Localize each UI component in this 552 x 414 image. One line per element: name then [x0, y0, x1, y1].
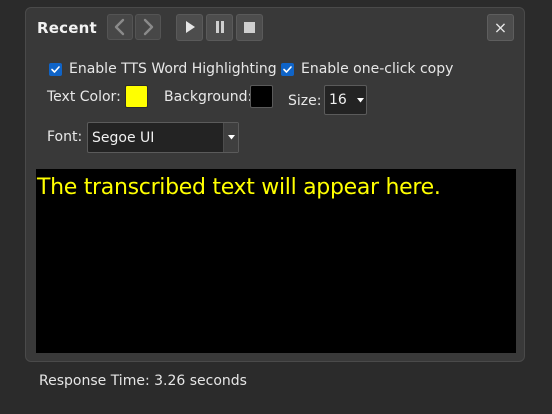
chevron-left-icon [113, 18, 127, 36]
text-color-swatch[interactable] [125, 85, 148, 108]
close-icon: × [493, 17, 508, 37]
text-color-label: Text Color: [47, 89, 121, 105]
next-button[interactable] [135, 14, 161, 40]
chevron-down-icon [354, 86, 366, 114]
background-label: Background: [164, 89, 253, 105]
previous-button[interactable] [107, 14, 133, 40]
response-time-status: Response Time: 3.26 seconds [39, 373, 247, 389]
tts-highlight-toggle[interactable]: Enable TTS Word Highlighting [49, 61, 277, 77]
stop-icon [244, 18, 255, 37]
play-icon [185, 18, 195, 37]
chevron-down-icon [223, 123, 238, 152]
chevron-right-icon [141, 18, 155, 36]
stop-button[interactable] [236, 14, 263, 41]
font-size-value: 16 [329, 92, 347, 108]
size-label: Size: [288, 93, 322, 109]
recent-panel: Recent × Enable TTS Word Highlighting En… [25, 7, 525, 362]
transcript-text: The transcribed text will appear here. [37, 175, 441, 200]
pause-button[interactable] [206, 14, 233, 41]
transcript-textbox[interactable]: The transcribed text will appear here. [36, 169, 516, 353]
pause-icon [215, 18, 225, 37]
font-family-value: Segoe UI [92, 129, 155, 146]
tts-highlight-checkbox[interactable] [49, 62, 62, 76]
font-family-select[interactable]: Segoe UI [87, 122, 239, 153]
one-click-copy-label: Enable one-click copy [301, 61, 454, 77]
close-button[interactable]: × [487, 14, 514, 41]
one-click-copy-toggle[interactable]: Enable one-click copy [281, 61, 453, 77]
tts-highlight-label: Enable TTS Word Highlighting [69, 61, 277, 77]
panel-title: Recent [37, 19, 97, 37]
one-click-copy-checkbox[interactable] [281, 62, 294, 76]
font-label: Font: [47, 129, 83, 145]
play-button[interactable] [176, 14, 203, 41]
font-size-select[interactable]: 16 [324, 85, 367, 115]
background-color-swatch[interactable] [250, 85, 273, 108]
